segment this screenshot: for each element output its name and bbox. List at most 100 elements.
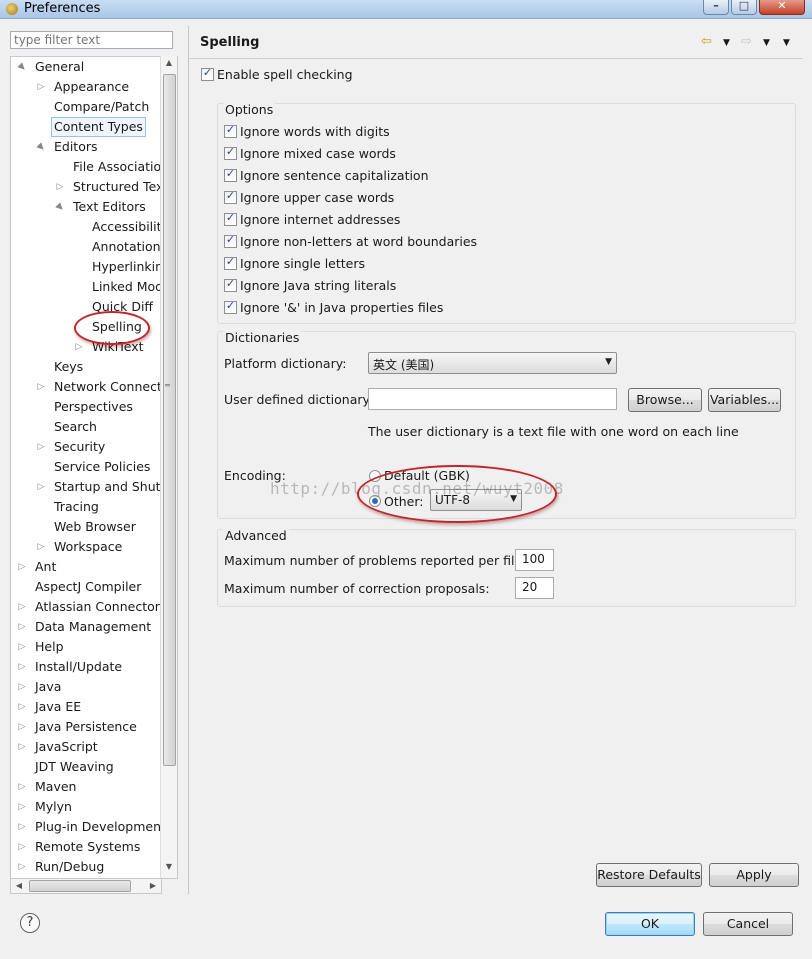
tree-item[interactable]: AspectJ Compiler — [11, 577, 161, 597]
tree-item[interactable]: JDT Weaving — [11, 757, 161, 777]
tree-item[interactable]: ▲ General — [11, 57, 161, 77]
tree-item[interactable]: ▷ Plug-in Development — [11, 817, 161, 837]
collapsed-arrow-icon[interactable]: ▷ — [17, 717, 27, 737]
tree-item[interactable]: ▷ Java Persistence — [11, 717, 161, 737]
collapsed-arrow-icon[interactable]: ▷ — [17, 837, 27, 857]
scroll-thumb[interactable] — [163, 74, 176, 766]
tree-item[interactable]: ▷ Java EE — [11, 697, 161, 717]
collapsed-arrow-icon[interactable]: ▷ — [17, 557, 27, 577]
tree-item[interactable]: ▷ Java — [11, 677, 161, 697]
collapsed-arrow-icon[interactable]: ▷ — [17, 637, 27, 657]
collapsed-arrow-icon[interactable]: ▷ — [36, 377, 46, 397]
tree-item[interactable]: Quick Diff — [11, 297, 161, 317]
scroll-right-arrow[interactable]: ▶ — [147, 879, 159, 892]
tree-item[interactable]: Hyperlinking — [11, 257, 161, 277]
collapsed-arrow-icon[interactable]: ▷ — [17, 857, 27, 877]
tree-item[interactable]: ▷ JavaScript — [11, 737, 161, 757]
option-checkbox[interactable]: ✓ — [224, 233, 237, 248]
tree-item[interactable]: Annotations — [11, 237, 161, 257]
tree-item[interactable]: ▷ Run/Debug — [11, 857, 161, 877]
tree-item[interactable]: Accessibility — [11, 217, 161, 237]
platform-dictionary-select[interactable]: 英文 (美国) ▼ — [368, 352, 617, 374]
back-arrow-icon[interactable]: ⇦ — [701, 34, 712, 49]
restore-defaults-button[interactable]: Restore Defaults — [596, 863, 702, 887]
tree-item[interactable]: ▷ Appearance — [11, 77, 161, 97]
option-checkbox[interactable]: ✓ — [224, 145, 237, 160]
option-checkbox[interactable]: ✓ — [224, 211, 237, 226]
tree-item[interactable]: ▷ Maven — [11, 777, 161, 797]
tree-item[interactable]: Content Types — [11, 117, 161, 137]
help-icon[interactable]: ? — [20, 913, 40, 933]
tree-item[interactable]: File Associatio — [11, 157, 161, 177]
collapsed-arrow-icon[interactable]: ▷ — [36, 537, 46, 557]
tree-vertical-scrollbar[interactable]: ▲ ═ ▼ — [160, 56, 178, 879]
option-checkbox[interactable]: ✓ — [224, 299, 237, 314]
expanded-arrow-icon[interactable]: ▲ — [49, 196, 70, 217]
tree-item[interactable]: ▷ Ant — [11, 557, 161, 577]
collapsed-arrow-icon[interactable]: ▷ — [17, 817, 27, 837]
collapsed-arrow-icon[interactable]: ▷ — [36, 477, 46, 497]
expanded-arrow-icon[interactable]: ▲ — [30, 136, 51, 157]
filter-input[interactable] — [10, 31, 173, 49]
option-checkbox[interactable]: ✓ — [224, 255, 237, 270]
collapsed-arrow-icon[interactable]: ▷ — [36, 77, 46, 97]
collapsed-arrow-icon[interactable]: ▷ — [17, 597, 27, 617]
minimize-button[interactable]: – — [703, 0, 729, 15]
tree-item[interactable]: ▷ Structured Text — [11, 177, 161, 197]
max-problems-field[interactable]: 100 — [515, 549, 554, 571]
tree-item[interactable]: Search — [11, 417, 161, 437]
user-dictionary-field[interactable] — [368, 388, 617, 410]
apply-button[interactable]: Apply — [709, 863, 799, 887]
tree-item[interactable]: ▷ Remote Systems — [11, 837, 161, 857]
collapsed-arrow-icon[interactable]: ▷ — [55, 177, 65, 197]
maximize-button[interactable]: □ — [731, 0, 757, 15]
collapsed-arrow-icon[interactable]: ▷ — [17, 677, 27, 697]
collapsed-arrow-icon[interactable]: ▷ — [17, 737, 27, 757]
back-dropdown-icon[interactable]: ▼ — [723, 38, 730, 48]
scroll-up-arrow[interactable]: ▲ — [161, 58, 177, 72]
tree-item[interactable]: Perspectives — [11, 397, 161, 417]
tree-item[interactable]: ▲ Editors — [11, 137, 161, 157]
collapsed-arrow-icon[interactable]: ▷ — [17, 657, 27, 677]
forward-dropdown-icon[interactable]: ▼ — [763, 38, 770, 48]
tree-item[interactable]: Tracing — [11, 497, 161, 517]
variables-button[interactable]: Variables... — [708, 388, 781, 412]
enable-spell-checking-checkbox[interactable]: ✓ — [201, 66, 214, 81]
option-checkbox[interactable]: ✓ — [224, 123, 237, 138]
tree-item[interactable]: Web Browser — [11, 517, 161, 537]
collapsed-arrow-icon[interactable]: ▷ — [74, 337, 84, 357]
tree-item[interactable]: Linked Mod — [11, 277, 161, 297]
close-button[interactable]: ✕ — [759, 0, 805, 15]
cancel-button[interactable]: Cancel — [703, 912, 793, 936]
browse-button[interactable]: Browse... — [628, 388, 702, 412]
option-checkbox[interactable]: ✓ — [224, 189, 237, 204]
tree-item[interactable]: Keys — [11, 357, 161, 377]
option-checkbox[interactable]: ✓ — [224, 277, 237, 292]
tree-item[interactable]: ▲ Text Editors — [11, 197, 161, 217]
collapsed-arrow-icon[interactable]: ▷ — [17, 777, 27, 797]
tree-item[interactable]: ▷ Security — [11, 437, 161, 457]
tree-item[interactable]: ▷ Help — [11, 637, 161, 657]
collapsed-arrow-icon[interactable]: ▷ — [17, 697, 27, 717]
max-proposals-field[interactable]: 20 — [515, 577, 554, 599]
tree-horizontal-scrollbar[interactable]: ◀ ▶ — [10, 878, 162, 894]
scroll-down-arrow[interactable]: ▼ — [161, 862, 177, 876]
collapsed-arrow-icon[interactable]: ▷ — [36, 437, 46, 457]
hscroll-thumb[interactable] — [29, 880, 131, 892]
scroll-left-arrow[interactable]: ◀ — [13, 879, 25, 892]
expanded-arrow-icon[interactable]: ▲ — [11, 57, 32, 78]
tree-item[interactable]: ▷ Mylyn — [11, 797, 161, 817]
option-checkbox[interactable]: ✓ — [224, 167, 237, 182]
view-menu-icon[interactable]: ▼ — [783, 38, 790, 48]
preference-tree[interactable]: ▲ General ▷ Appearance Compare/Patch Content … — [10, 56, 161, 880]
collapsed-arrow-icon[interactable]: ▷ — [17, 617, 27, 637]
ok-button[interactable]: OK — [605, 912, 695, 936]
tree-item[interactable]: ▷ Network Connecti — [11, 377, 161, 397]
collapsed-arrow-icon[interactable]: ▷ — [17, 797, 27, 817]
tree-item[interactable]: Compare/Patch — [11, 97, 161, 117]
tree-item[interactable]: Service Policies — [11, 457, 161, 477]
tree-item[interactable]: ▷ Atlassian Connector — [11, 597, 161, 617]
forward-arrow-icon[interactable]: ⇨ — [741, 34, 752, 49]
tree-item[interactable]: ▷ Workspace — [11, 537, 161, 557]
tree-item[interactable]: ▷ Data Management — [11, 617, 161, 637]
